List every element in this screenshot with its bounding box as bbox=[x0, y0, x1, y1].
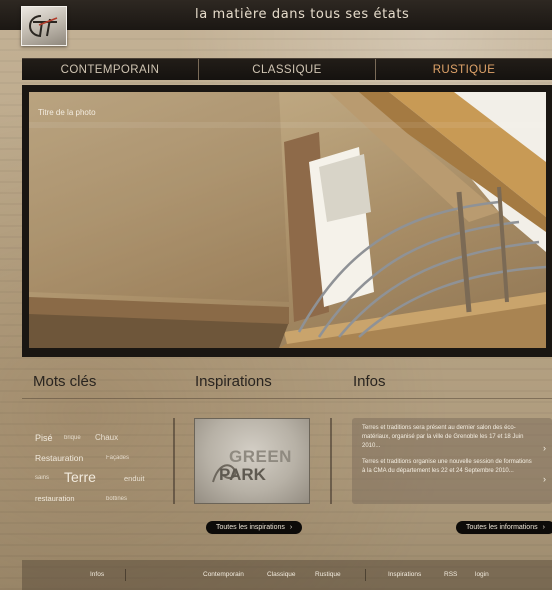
tag-facades[interactable]: Façades bbox=[106, 455, 129, 461]
footer-link-classique[interactable]: Classique bbox=[267, 571, 296, 578]
footer-link-login[interactable]: login bbox=[475, 571, 489, 578]
inspiration-text-park: PARK bbox=[219, 465, 266, 484]
tag-restauration[interactable]: restauration bbox=[35, 494, 75, 503]
photo-caption: Titre de la photo bbox=[38, 108, 96, 117]
footer-separator bbox=[125, 569, 126, 581]
photo-frame: Titre de la photo bbox=[22, 85, 552, 357]
inspiration-thumbnail[interactable]: GREEN PARK bbox=[194, 418, 310, 504]
chevron-right-icon[interactable]: › bbox=[543, 475, 546, 484]
footer: Infos Contemporain Classique Rustique In… bbox=[22, 560, 552, 590]
interior-scene-illustration bbox=[29, 92, 546, 348]
nav-contemporain[interactable]: CONTEMPORAIN bbox=[22, 59, 199, 80]
info-item-text: Terres et traditions organise une nouvel… bbox=[362, 459, 532, 474]
site-logo[interactable] bbox=[21, 6, 67, 46]
footer-link-rustique[interactable]: Rustique bbox=[315, 571, 341, 578]
inspirations-heading: Inspirations bbox=[195, 373, 272, 390]
tag-pise[interactable]: Pisé bbox=[35, 433, 53, 443]
main-nav: CONTEMPORAIN CLASSIQUE RUSTIQUE bbox=[22, 58, 552, 80]
all-infos-label: Toutes les informations bbox=[466, 524, 538, 531]
all-inspirations-button[interactable]: Toutes les inspirations › bbox=[206, 521, 303, 534]
footer-link-contemporain[interactable]: Contemporain bbox=[203, 571, 244, 578]
footer-link-infos[interactable]: Infos bbox=[90, 571, 104, 578]
footer-separator bbox=[365, 569, 366, 581]
chevron-right-icon: › bbox=[542, 524, 545, 531]
column-divider-right bbox=[330, 418, 332, 504]
chevron-right-icon[interactable]: › bbox=[543, 444, 546, 453]
chevron-right-icon: › bbox=[289, 524, 293, 531]
infos-box: Terres et traditions sera présent au der… bbox=[352, 418, 552, 504]
featured-photo[interactable]: Titre de la photo bbox=[29, 92, 546, 348]
column-divider-left bbox=[173, 418, 175, 504]
footer-link-rss[interactable]: RSS bbox=[444, 571, 457, 578]
info-item-text: Terres et traditions sera présent au der… bbox=[362, 425, 524, 449]
info-item[interactable]: Terres et traditions organise une nouvel… bbox=[362, 458, 546, 484]
info-item[interactable]: Terres et traditions sera présent au der… bbox=[362, 424, 546, 453]
all-inspirations-label: Toutes les inspirations bbox=[216, 524, 285, 531]
tag-restauration-upper[interactable]: Restauration bbox=[35, 453, 83, 463]
logo-icon bbox=[28, 15, 58, 37]
tag-enduit[interactable]: enduit bbox=[124, 474, 144, 483]
tag-chaux[interactable]: Chaux bbox=[95, 433, 118, 442]
site-tagline: la matière dans tous ses états bbox=[195, 7, 410, 22]
all-infos-button[interactable]: Toutes les informations › bbox=[456, 521, 552, 534]
top-bar: la matière dans tous ses états bbox=[0, 0, 552, 30]
nav-classique[interactable]: CLASSIQUE bbox=[199, 59, 376, 80]
tag-brique[interactable]: brique bbox=[64, 435, 81, 441]
infos-heading: Infos bbox=[353, 373, 386, 390]
inspiration-text-green: GREEN bbox=[229, 447, 292, 466]
nav-rustique[interactable]: RUSTIQUE bbox=[376, 59, 552, 80]
tag-terre[interactable]: Terre bbox=[64, 469, 96, 485]
footer-link-inspirations[interactable]: Inspirations bbox=[388, 571, 421, 578]
tag-bottines[interactable]: bottines bbox=[106, 496, 127, 502]
section-divider bbox=[22, 398, 552, 399]
keywords-heading: Mots clés bbox=[33, 373, 97, 390]
keyword-cloud: Pisé brique Chaux Restauration Façades s… bbox=[30, 424, 170, 514]
tag-sains[interactable]: sains bbox=[35, 475, 49, 481]
